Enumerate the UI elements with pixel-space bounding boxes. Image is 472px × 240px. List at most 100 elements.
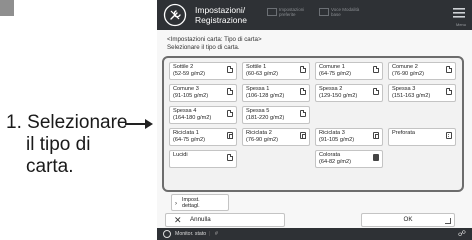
paper-type-grid: Sottile 2 (52-59 g/m2) Sottile 1 (60-63 g/m… <box>169 62 461 168</box>
sheet-icon <box>446 88 452 95</box>
sheet-icon <box>300 88 306 95</box>
paper-type-tile[interactable]: Comune 2 (76-90 g/m2) <box>388 62 456 80</box>
paper-type-tile[interactable]: Colorata (64-82 g/m2) <box>315 150 383 168</box>
paper-type-name: Comune 2 <box>392 64 418 70</box>
recycled-icon <box>373 132 379 139</box>
step-badge <box>0 0 14 16</box>
colored-icon <box>373 154 379 161</box>
ok-label: OK <box>403 216 413 223</box>
paper-type-weight: (76-90 g/m2) <box>392 71 425 77</box>
paper-type-name: Colorata <box>319 152 341 158</box>
network-icon: ☍ <box>457 229 466 238</box>
sheet-icon <box>300 66 306 73</box>
menu-label: Menu <box>455 22 466 27</box>
breadcrumb-path: <Impostazioni carta: Tipo di carta> <box>167 36 262 43</box>
detail-settings-button[interactable]: › Impost. dettagl. <box>171 194 229 211</box>
empty-slot <box>242 150 310 168</box>
favorites-icon <box>267 8 277 16</box>
paper-type-name: Preforata <box>392 130 416 136</box>
status-bar: Monitor. stato | # ☍ <box>157 228 472 240</box>
top-bar: Impostazioni/ Registrazione Impostazioni… <box>157 0 472 30</box>
paper-type-tile[interactable]: Preforata <box>388 128 456 146</box>
paper-type-tile[interactable]: Spessa 1 (106-128 g/m2) <box>242 84 310 102</box>
recycled-icon <box>227 132 233 139</box>
paper-type-weight: (64-82 g/m2) <box>319 159 352 165</box>
paper-type-weight: (129-150 g/m2) <box>319 93 358 99</box>
instruction-line-2: il tipo di <box>26 134 91 155</box>
paper-type-name: Comune 1 <box>319 64 345 70</box>
favorites-shortcut[interactable]: Impostazioni preferite <box>267 7 311 23</box>
paper-type-weight: (76-90 g/m2) <box>246 137 279 143</box>
step-number: 1. <box>6 112 22 133</box>
cancel-button[interactable]: ✕ Annulla <box>165 213 285 227</box>
corner-mark-icon <box>445 218 451 224</box>
paper-type-weight: (106-128 g/m2) <box>246 93 285 99</box>
page-title: Impostazioni/ Registrazione <box>195 5 257 25</box>
sheet-icon <box>227 88 233 95</box>
paper-type-name: Riciclata 2 <box>246 130 272 136</box>
detail-settings-label-2: dettagl. <box>182 203 200 209</box>
status-divider: | <box>209 231 211 237</box>
paper-type-tile[interactable]: Spessa 5 (181-220 g/m2) <box>242 106 310 124</box>
recycled-icon <box>300 132 306 139</box>
paper-type-name: Lucidi <box>173 152 188 158</box>
monitor-status-icon[interactable] <box>163 230 171 238</box>
instruction-line-1: Selezionare <box>27 112 128 133</box>
paper-type-weight: (181-220 g/m2) <box>246 115 285 121</box>
paper-type-tile[interactable]: Riciclata 1 (64-75 g/m2) <box>169 128 237 146</box>
paper-type-tile[interactable]: Spessa 3 (151-163 g/m2) <box>388 84 456 102</box>
paper-type-weight: (60-63 g/m2) <box>246 71 279 77</box>
page-title-line-1: Impostazioni/ <box>195 5 246 15</box>
menu-icon[interactable] <box>452 6 466 22</box>
paper-type-name: Sottile 2 <box>173 64 194 70</box>
basic-mode-shortcut[interactable]: Voce Modalità base <box>319 7 363 23</box>
paper-type-weight: (64-75 g/m2) <box>173 137 206 143</box>
paper-type-weight: (164-180 g/m2) <box>173 115 212 121</box>
paper-type-weight: (64-75 g/m2) <box>319 71 352 77</box>
close-icon: ✕ <box>174 215 182 225</box>
paper-type-tile[interactable]: Sottile 2 (52-59 g/m2) <box>169 62 237 80</box>
paper-type-name: Comune 3 <box>173 86 199 92</box>
paper-type-name: Spessa 5 <box>246 108 270 114</box>
paper-type-tile[interactable]: Riciclata 3 (91-105 g/m2) <box>315 128 383 146</box>
voice-icon <box>319 8 329 16</box>
hash-key[interactable]: # <box>215 228 218 240</box>
chevron-right-icon: › <box>175 201 177 207</box>
sheet-icon <box>227 154 233 161</box>
paper-type-tile[interactable]: Sottile 1 (60-63 g/m2) <box>242 62 310 80</box>
sheet-icon <box>300 110 306 117</box>
paper-type-name: Riciclata 3 <box>319 130 345 136</box>
paper-type-name: Sottile 1 <box>246 64 267 70</box>
paper-type-tile[interactable]: Comune 1 (64-75 g/m2) <box>315 62 383 80</box>
paper-type-weight: (91-105 g/m2) <box>173 93 209 99</box>
monitor-status-label[interactable]: Monitor. stato <box>175 228 206 240</box>
paper-type-name: Spessa 1 <box>246 86 270 92</box>
breadcrumb: <Impostazioni carta: Tipo di carta> Sele… <box>167 36 262 52</box>
sheet-icon <box>373 66 379 73</box>
device-screen: Impostazioni/ Registrazione Impostazioni… <box>157 0 472 240</box>
paper-type-name: Riciclata 1 <box>173 130 199 136</box>
paper-type-name: Spessa 2 <box>319 86 343 92</box>
paper-type-tile[interactable]: Riciclata 2 (76-90 g/m2) <box>242 128 310 146</box>
paper-type-tile[interactable]: Spessa 4 (164-180 g/m2) <box>169 106 237 124</box>
cancel-label: Annulla <box>190 216 211 223</box>
favorites-label-2: preferite <box>279 12 296 17</box>
sheet-icon <box>373 88 379 95</box>
breadcrumb-instruction: Selezionare il tipo di carta. <box>167 44 240 51</box>
empty-slot <box>388 150 456 168</box>
paper-type-tile[interactable]: Spessa 2 (129-150 g/m2) <box>315 84 383 102</box>
paper-type-name: Spessa 3 <box>392 86 416 92</box>
punched-icon <box>446 132 452 139</box>
empty-slot <box>315 106 383 124</box>
empty-slot <box>388 106 456 124</box>
settings-wrench-icon[interactable] <box>163 3 187 27</box>
paper-type-tile[interactable]: Comune 3 (91-105 g/m2) <box>169 84 237 102</box>
ok-button[interactable]: OK <box>361 213 455 227</box>
sheet-icon <box>446 66 452 73</box>
paper-type-name: Spessa 4 <box>173 108 197 114</box>
instruction-line-3: carta. <box>26 156 74 177</box>
basic-mode-label-2: base <box>331 12 341 17</box>
paper-type-tile[interactable]: Lucidi <box>169 150 237 168</box>
paper-type-weight: (52-59 g/m2) <box>173 71 206 77</box>
action-bar: ✕ Annulla OK <box>165 213 465 227</box>
